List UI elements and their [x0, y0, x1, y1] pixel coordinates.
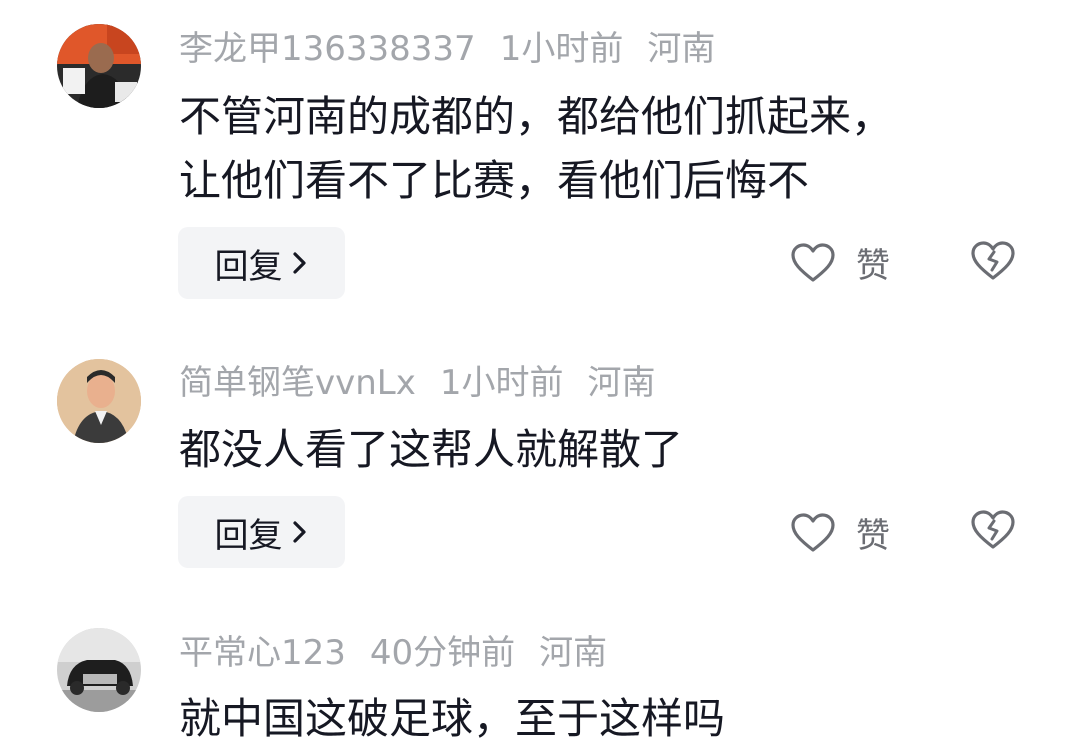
- like-label: 赞: [856, 516, 890, 556]
- broken-heart-icon: [971, 241, 1015, 280]
- comment-text-line: 就中国这破足球，至于这样吗: [179, 694, 726, 743]
- reply-button[interactable]: 回复: [178, 227, 345, 299]
- dislike-button[interactable]: [970, 240, 1016, 286]
- chevron-right-icon: [292, 252, 306, 274]
- avatar-image: [57, 359, 141, 443]
- username[interactable]: 李龙甲136338337: [179, 29, 476, 69]
- username[interactable]: 简单钢笔vvnLx: [179, 363, 416, 403]
- timestamp: 40分钟前: [369, 633, 516, 673]
- comment-meta: 简单钢笔vvnLx 1小时前 河南: [179, 361, 680, 405]
- heart-icon: [791, 242, 835, 282]
- timestamp: 1小时前: [439, 363, 564, 403]
- location: 河南: [647, 29, 716, 69]
- comment-text-line: 不管河南的成都的，都给他们抓起来，: [179, 92, 894, 141]
- dislike-button[interactable]: [970, 509, 1016, 555]
- avatar[interactable]: [57, 24, 141, 108]
- like-label: 赞: [856, 246, 890, 286]
- comment-text-line: 都没人看了这帮人就解散了: [179, 425, 684, 474]
- location: 河南: [587, 363, 656, 403]
- reply-button[interactable]: 回复: [178, 496, 345, 568]
- like-button[interactable]: 赞: [790, 508, 890, 557]
- reply-label: 回复: [214, 515, 283, 556]
- timestamp: 1小时前: [499, 29, 624, 69]
- reply-label: 回复: [214, 246, 283, 287]
- avatar-image: [57, 628, 141, 712]
- comment-meta: 李龙甲136338337 1小时前 河南: [179, 27, 739, 71]
- heart-icon: [791, 512, 835, 552]
- comment-meta: 平常心123 40分钟前 河南: [179, 631, 631, 675]
- avatar[interactable]: [57, 359, 141, 443]
- location: 河南: [539, 633, 608, 673]
- like-button[interactable]: 赞: [790, 238, 890, 287]
- comment-text-line: 让他们看不了比赛，看他们后悔不: [179, 156, 810, 205]
- chevron-right-icon: [292, 521, 306, 543]
- avatar[interactable]: [57, 628, 141, 712]
- broken-heart-icon: [971, 510, 1015, 549]
- username[interactable]: 平常心123: [179, 633, 346, 673]
- avatar-image: [57, 24, 141, 108]
